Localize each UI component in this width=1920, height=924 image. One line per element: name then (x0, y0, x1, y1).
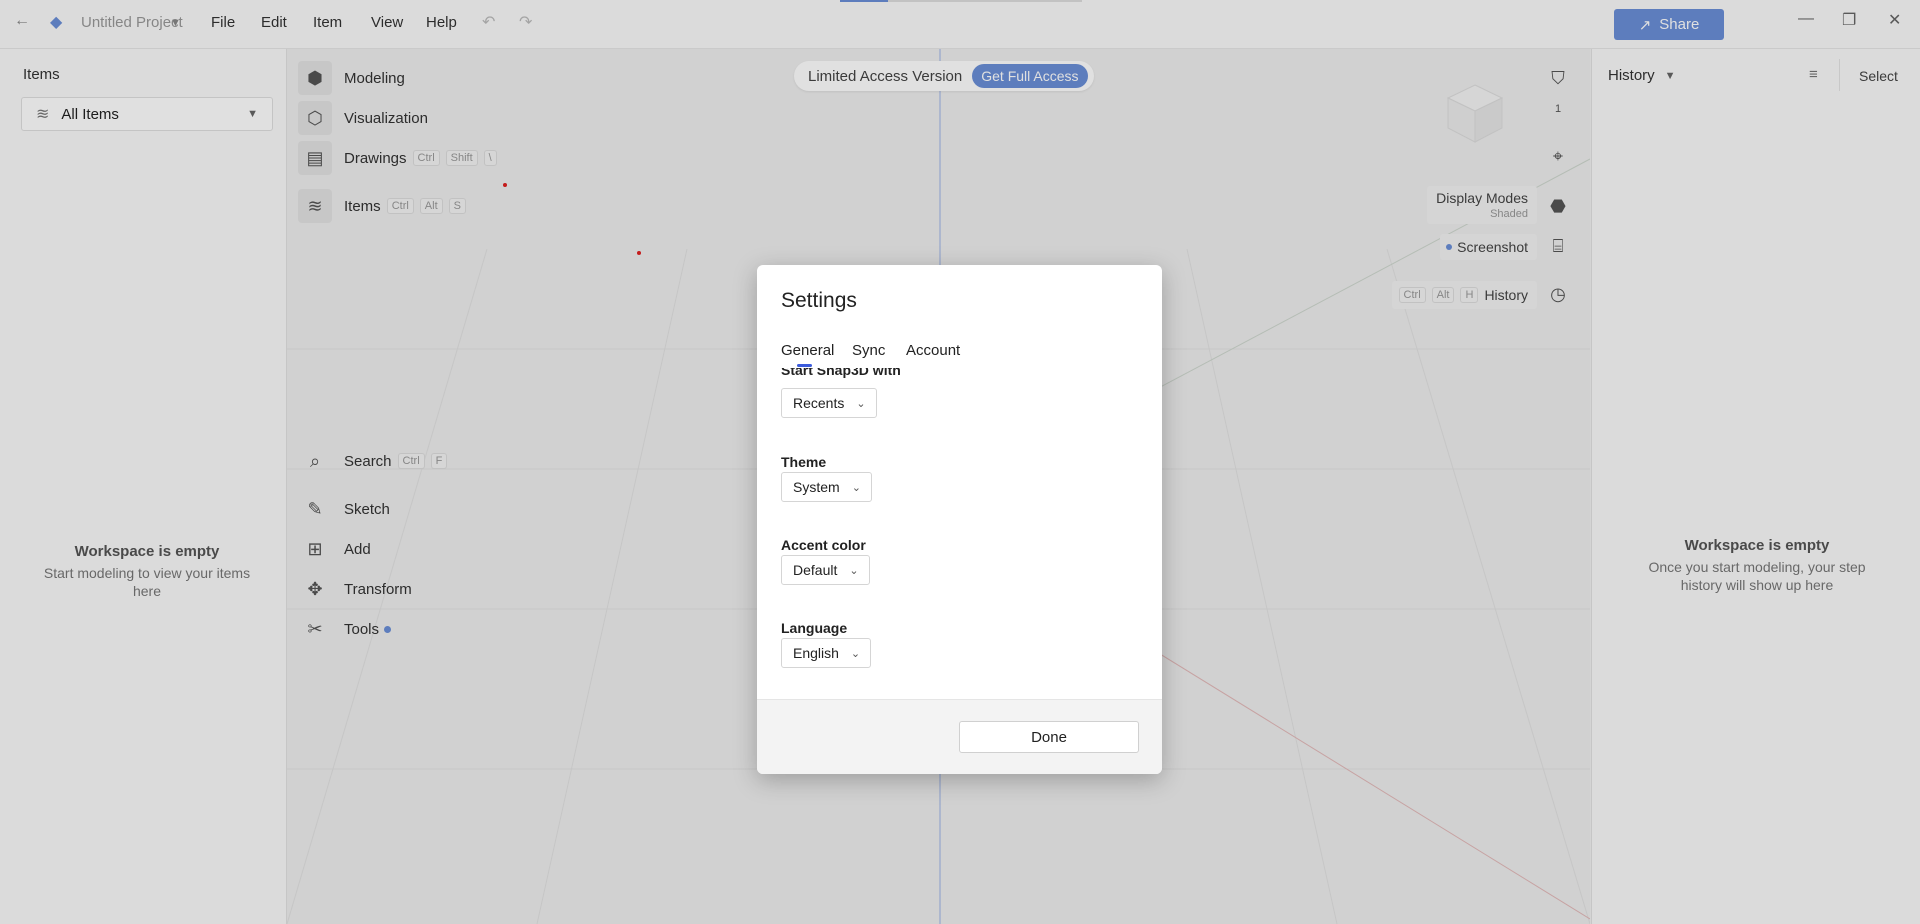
chevron-down-icon: ⌄ (849, 564, 859, 577)
done-button[interactable]: Done (959, 721, 1139, 753)
tab-general[interactable]: General (781, 342, 834, 359)
language-label: Language (781, 620, 848, 636)
chevron-down-icon: ⌄ (850, 647, 861, 660)
start-with-value: Recents (793, 395, 845, 411)
theme-value: System (793, 479, 840, 495)
active-tab-indicator (797, 364, 812, 367)
settings-dialog: Settings General Sync Account Start Snap… (757, 265, 1162, 774)
accent-color-value: Default (793, 562, 838, 578)
settings-scroll-area[interactable]: Start Snap3D with Recents ⌄ Theme System… (757, 368, 1162, 698)
chevron-down-icon: ⌄ (856, 397, 866, 410)
accent-color-dropdown[interactable]: Default ⌄ (781, 555, 870, 585)
dialog-footer: Done (757, 699, 1162, 774)
language-value: English (793, 645, 839, 661)
theme-label: Theme (781, 454, 827, 470)
start-with-label: Start Snap3D with (781, 368, 901, 378)
accent-color-label: Accent color (781, 537, 866, 553)
language-dropdown[interactable]: English ⌄ (781, 638, 872, 668)
dialog-title: Settings (781, 289, 857, 312)
tab-sync[interactable]: Sync (852, 342, 885, 359)
chevron-down-icon: ⌄ (851, 481, 861, 494)
theme-dropdown[interactable]: System ⌄ (781, 472, 872, 502)
start-with-dropdown[interactable]: Recents ⌄ (781, 388, 877, 418)
tab-account[interactable]: Account (906, 342, 960, 359)
